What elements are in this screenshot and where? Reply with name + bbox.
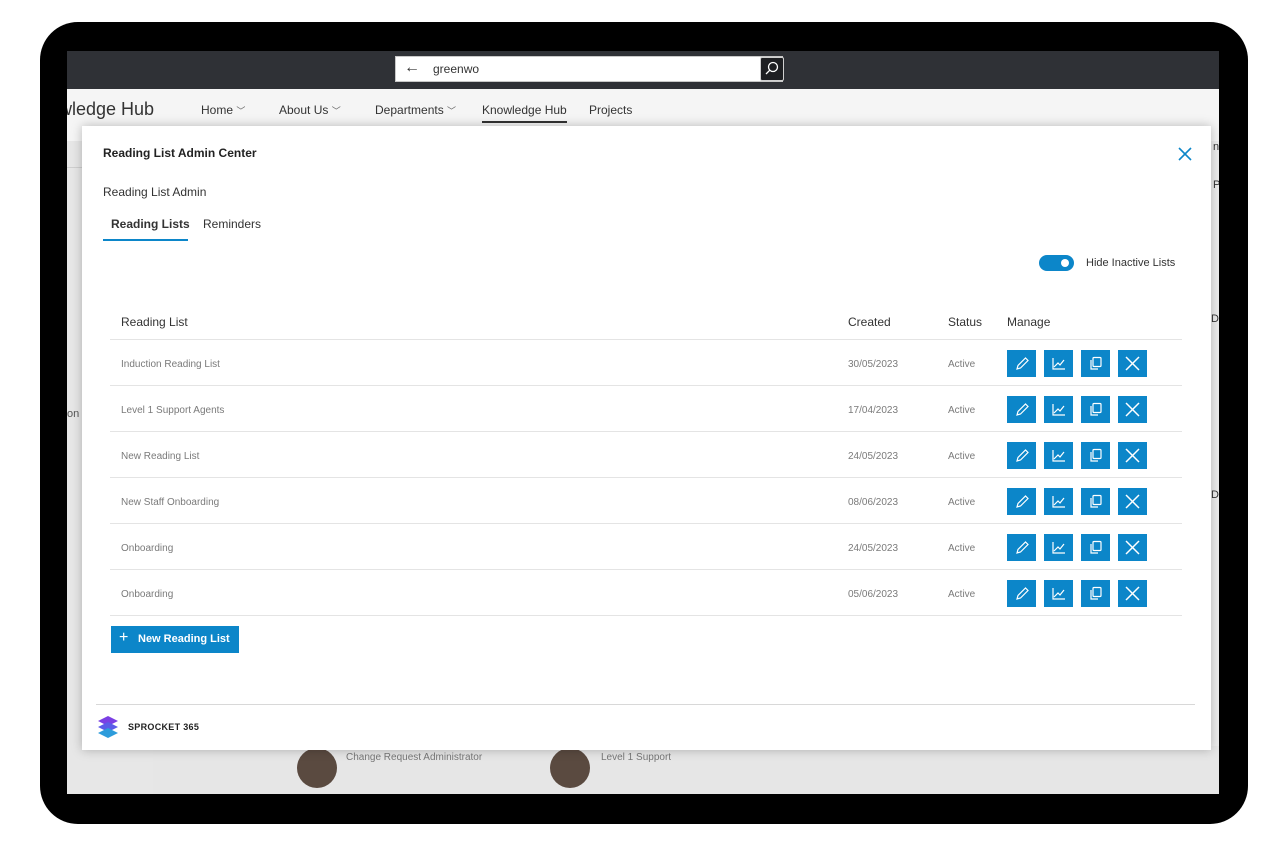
row-divider: [110, 569, 1182, 570]
edit-button[interactable]: [1007, 580, 1036, 607]
row-divider: [110, 523, 1182, 524]
reading-list-name: New Staff Onboarding: [121, 497, 220, 508]
status-text: Active: [948, 497, 976, 508]
edit-button[interactable]: [1007, 442, 1036, 469]
background-text: D: [1211, 313, 1219, 325]
tab-reminders[interactable]: Reminders: [203, 217, 261, 231]
edit-button[interactable]: [1007, 534, 1036, 561]
new-reading-list-label: New Reading List: [138, 633, 230, 645]
modal-subtitle: Reading List Admin: [103, 185, 207, 199]
report-button[interactable]: [1044, 350, 1073, 377]
chevron-down-icon: ﹀: [236, 106, 246, 116]
copy-button[interactable]: [1081, 488, 1110, 515]
modal-title: Reading List Admin Center: [103, 146, 257, 160]
nav-home[interactable]: Home ﹀: [201, 103, 245, 117]
background-text: P: [1213, 179, 1219, 191]
reading-list-name: Induction Reading List: [121, 359, 220, 370]
search-value: greenwo: [433, 62, 480, 76]
row-divider: [110, 431, 1182, 432]
nav-departments-label: Departments: [375, 103, 444, 117]
background-role: Change Request Administrator: [346, 752, 483, 763]
delete-button[interactable]: [1118, 580, 1147, 607]
row-divider: [110, 385, 1182, 386]
background-role: Level 1 Support: [601, 752, 672, 763]
column-header-manage: Manage: [1007, 315, 1051, 329]
close-icon: [1178, 147, 1192, 161]
row-divider: [110, 615, 1182, 616]
status-text: Active: [948, 543, 976, 554]
status-text: Active: [948, 589, 976, 600]
close-button[interactable]: [1175, 144, 1195, 164]
reading-list-name: New Reading List: [121, 451, 200, 462]
delete-button[interactable]: [1118, 442, 1147, 469]
status-text: Active: [948, 451, 976, 462]
table-header-divider: [110, 339, 1182, 340]
footer-divider: [96, 704, 1195, 705]
admin-modal: Reading List Admin Center Reading List A…: [82, 126, 1211, 750]
search-icon: [765, 61, 779, 75]
status-text: Active: [948, 405, 976, 416]
avatar: [550, 748, 590, 788]
site-brand[interactable]: wledge Hub: [67, 99, 154, 120]
search-input[interactable]: ← greenwo: [395, 56, 783, 82]
chevron-down-icon: ﹀: [331, 106, 341, 116]
hide-inactive-toggle[interactable]: [1039, 255, 1074, 271]
background-people: Change Request Administrator Level 1 Sup…: [153, 746, 1219, 794]
status-text: Active: [948, 359, 976, 370]
avatar: [297, 748, 337, 788]
created-date: 30/05/2023: [848, 359, 899, 370]
created-date: 24/05/2023: [848, 543, 899, 554]
sprocket-logo-icon: [98, 716, 118, 738]
report-button[interactable]: [1044, 534, 1073, 561]
created-date: 24/05/2023: [848, 451, 899, 462]
copy-button[interactable]: [1081, 580, 1110, 607]
footer-brand: SPROCKET 365: [128, 722, 200, 732]
copy-button[interactable]: [1081, 442, 1110, 469]
copy-button[interactable]: [1081, 350, 1110, 377]
edit-button[interactable]: [1007, 488, 1036, 515]
back-arrow-icon[interactable]: ←: [404, 59, 420, 77]
tab-active-indicator: [103, 239, 188, 241]
report-button[interactable]: [1044, 442, 1073, 469]
nav-about-us[interactable]: About Us ﹀: [279, 103, 341, 117]
tab-reading-lists[interactable]: Reading Lists: [111, 217, 190, 231]
edit-button[interactable]: [1007, 350, 1036, 377]
column-header-created: Created: [848, 315, 891, 329]
column-header-status: Status: [948, 315, 983, 329]
new-reading-list-button[interactable]: + New Reading List: [111, 626, 239, 653]
nav-about-label: About Us: [279, 103, 329, 117]
background-text: D: [1211, 489, 1219, 501]
background-text: on: [67, 408, 80, 420]
toggle-knob: [1061, 259, 1069, 267]
delete-button[interactable]: [1118, 396, 1147, 423]
report-button[interactable]: [1044, 488, 1073, 515]
delete-button[interactable]: [1118, 488, 1147, 515]
report-button[interactable]: [1044, 580, 1073, 607]
created-date: 17/04/2023: [848, 405, 899, 416]
background-text: n: [1213, 141, 1219, 153]
copy-button[interactable]: [1081, 396, 1110, 423]
nav-projects[interactable]: Projects: [589, 103, 632, 117]
delete-button[interactable]: [1118, 350, 1147, 377]
row-divider: [110, 477, 1182, 478]
report-button[interactable]: [1044, 396, 1073, 423]
reading-list-name: Level 1 Support Agents: [121, 405, 225, 416]
created-date: 05/06/2023: [848, 589, 899, 600]
edit-button[interactable]: [1007, 396, 1036, 423]
browser-topbar: ← greenwo: [67, 51, 1219, 89]
nav-knowledge-hub[interactable]: Knowledge Hub: [482, 103, 567, 123]
search-button[interactable]: [760, 57, 784, 81]
nav-home-label: Home: [201, 103, 234, 117]
reading-list-name: Onboarding: [121, 589, 174, 600]
delete-button[interactable]: [1118, 534, 1147, 561]
nav-departments[interactable]: Departments ﹀: [375, 103, 456, 117]
copy-button[interactable]: [1081, 534, 1110, 561]
hide-inactive-label: Hide Inactive Lists: [1086, 257, 1176, 269]
plus-icon: +: [119, 629, 129, 646]
column-header-reading-list: Reading List: [121, 315, 188, 329]
reading-list-name: Onboarding: [121, 543, 174, 554]
chevron-down-icon: ﹀: [447, 106, 457, 116]
created-date: 08/06/2023: [848, 497, 899, 508]
